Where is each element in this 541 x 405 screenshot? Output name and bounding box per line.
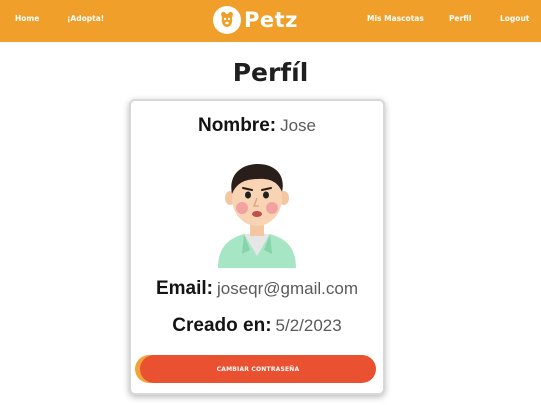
profile-card: Nombre: Jose Email: joseqr@gmail.com Cre…	[129, 99, 385, 395]
created-label: Creado en:	[172, 315, 272, 336]
top-navbar: Home ¡Adopta! Petz Mis Mascotas Perfil L…	[0, 0, 541, 42]
brand-name: Petz	[244, 8, 298, 32]
change-password-button[interactable]: CAMBIAR CONTRASEÑA	[140, 355, 376, 383]
name-value: Jose	[280, 116, 317, 135]
created-row: Creado en: 5/2/2023	[131, 315, 383, 337]
nav-my-pets-link[interactable]: Mis Mascotas	[367, 13, 424, 25]
nav-adopt-link[interactable]: ¡Adopta!	[67, 13, 104, 25]
nav-logout-link[interactable]: Logout	[500, 13, 529, 25]
page-title: Perfíl	[232, 58, 309, 87]
name-row: Nombre: Jose	[131, 115, 383, 137]
email-label: Email:	[155, 278, 213, 299]
dog-head-icon	[213, 6, 241, 34]
nav-home-link[interactable]: Home	[15, 13, 39, 25]
created-value: 5/2/2023	[275, 316, 342, 335]
man-avatar-icon	[218, 164, 296, 268]
name-label: Nombre:	[197, 115, 277, 136]
email-row: Email: joseqr@gmail.com	[131, 278, 383, 300]
email-value: joseqr@gmail.com	[217, 279, 359, 298]
brand-logo[interactable]: Petz	[212, 5, 298, 35]
nav-profile-link[interactable]: Perfil	[449, 13, 471, 25]
